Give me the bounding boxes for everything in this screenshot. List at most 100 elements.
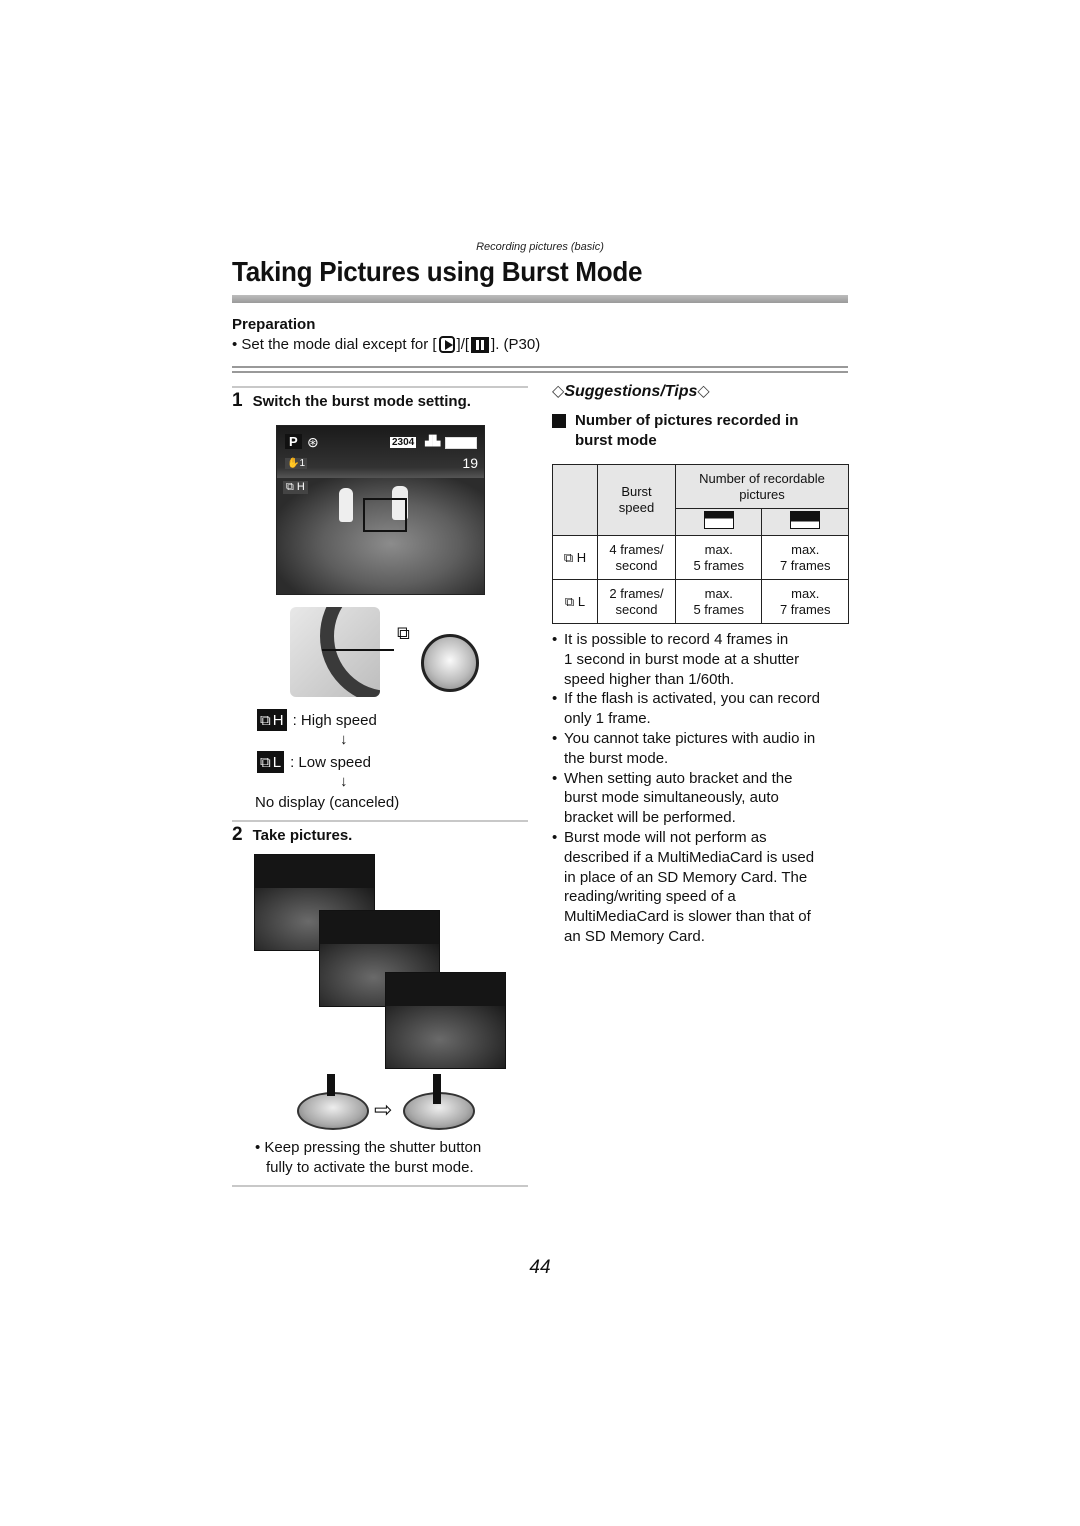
standard-cell: max. 7 frames <box>761 535 849 580</box>
table-row: ⧉ H 4 frames/second max. 5 frames max. 7 f… <box>552 535 849 580</box>
page-number: 44 <box>529 1257 551 1278</box>
mode-cell: ⧉ L <box>552 579 598 624</box>
burst-icon: ⧉ <box>564 593 575 609</box>
resolution-badge: 2304 <box>390 437 417 448</box>
note-line: fully to activate the burst mode. <box>266 1159 474 1176</box>
divider <box>232 1185 528 1187</box>
prep-text-before: • Set the mode dial except for [ <box>232 336 437 353</box>
diamond-icon: ◇ <box>697 383 710 400</box>
table-corner <box>552 464 598 536</box>
step-label: Take pictures. <box>252 827 353 844</box>
program-mode-badge: P <box>285 434 302 449</box>
burst-high-icon: ⧉ H <box>257 709 287 731</box>
shutter-half-press <box>297 1092 369 1130</box>
quality-icon: ▟▙ <box>425 436 441 447</box>
cell-line: max. <box>791 541 820 557</box>
tip-line: When setting auto bracket and the <box>564 769 793 787</box>
af-frame <box>363 498 407 532</box>
tips-title: Suggestions/Tips <box>564 383 698 400</box>
header-line: Burst <box>621 484 652 499</box>
background-trees <box>320 911 439 945</box>
title-underline <box>232 295 848 303</box>
preparation-text: • Set the mode dial except for [ ]/[ ]. … <box>232 336 540 353</box>
table-row: ⧉ L 2 frames/second max. 5 frames max. 7 f… <box>552 579 849 624</box>
header-standard <box>761 508 849 536</box>
legend-label: : High speed <box>292 711 377 729</box>
preparation-heading: Preparation <box>232 316 316 333</box>
mode-dial-photo <box>290 607 380 697</box>
playback-mode-icon <box>438 336 455 353</box>
tip-line: an SD Memory Card. <box>564 927 705 945</box>
tip-item: You cannot take pictures with audio in th… <box>552 729 852 769</box>
tip-item: Burst mode will not perform as described … <box>552 828 852 947</box>
header-line: pictures <box>739 486 785 502</box>
section-label: Recording pictures (basic) <box>476 241 604 253</box>
speed-cell: 4 frames/second <box>597 535 676 580</box>
down-arrow-icon: ↓ <box>340 731 348 748</box>
burst-icon: ⧉ <box>286 481 294 493</box>
tip-line: 1 second in burst mode at a shutter <box>564 650 800 668</box>
tip-line: speed higher than 1/60th. <box>564 670 735 688</box>
cell-line: second <box>615 557 658 573</box>
burst-button <box>421 634 479 692</box>
standard-cell: max. 7 frames <box>761 579 849 624</box>
fine-quality-icon <box>703 511 734 529</box>
tip-line: bracket will be performed. <box>564 809 736 827</box>
burst-suffix: L <box>272 753 282 771</box>
tips-subheading: Number of pictures recorded in burst mode <box>552 411 798 451</box>
header-line: Number of recordable <box>699 470 825 486</box>
press-arrow-icon <box>327 1074 335 1096</box>
fine-cell: max. 5 frames <box>674 535 763 580</box>
legend-low: ⧉ L : Low speed <box>257 751 371 773</box>
cell-line: second <box>615 601 658 617</box>
lcd-preview: P ⊛ 2304 ▟▙ ✋1 19 ⧉ H <box>276 425 485 595</box>
remaining-count: 19 <box>462 455 478 471</box>
burst-indicator: ⧉ H <box>283 481 308 494</box>
tip-line: Burst mode will not perform as <box>564 828 767 846</box>
burst-icon: ⧉ <box>397 623 410 643</box>
cell-line: max. <box>704 541 733 557</box>
step-number: 2 <box>232 824 243 845</box>
speed-cell: 2 frames/second <box>597 579 676 624</box>
tip-line: reading/writing speed of a <box>564 888 736 906</box>
legend-high: ⧉ H : High speed <box>257 709 377 731</box>
tip-line: burst mode simultaneously, auto <box>564 789 779 807</box>
step-number: 1 <box>232 390 243 411</box>
tip-line: You cannot take pictures with audio in <box>564 729 816 747</box>
divider <box>232 371 848 373</box>
tip-line: described if a MultiMediaCard is used <box>564 848 815 866</box>
burst-icon: ⧉ <box>260 753 271 771</box>
tip-item: If the flash is activated, you can recor… <box>552 689 852 729</box>
background-trees <box>255 855 374 889</box>
cell-line: 2 frames/ <box>609 585 664 601</box>
cell-line: 7 frames <box>779 601 831 617</box>
stabilizer-hand-icon: ✋ <box>287 458 300 469</box>
cell-line: 5 frames <box>693 601 745 617</box>
fine-cell: max. 5 frames <box>674 579 763 624</box>
cell-line: max. <box>704 585 733 601</box>
lens-barrel <box>320 607 380 697</box>
burst-table: Burst speed Number of recordable pictures … <box>552 464 849 624</box>
legend-label: : Low speed <box>290 753 371 771</box>
tip-line: It is possible to record 4 frames in <box>564 631 789 648</box>
mode-label: H <box>576 549 587 565</box>
subheading-line: burst mode <box>575 432 657 449</box>
tip-line: only 1 frame. <box>564 710 651 728</box>
flash-off-icon: ⊛ <box>307 434 319 450</box>
note-line: • Keep pressing the shutter button <box>255 1139 482 1156</box>
motion-picture-mode-icon <box>471 336 490 353</box>
tips-heading: ◇Suggestions/Tips◇ <box>552 381 710 401</box>
header-burst-speed: Burst speed <box>597 464 676 536</box>
burst-suffix: H <box>272 711 284 729</box>
divider <box>232 366 848 368</box>
tip-line: the burst mode. <box>564 749 669 767</box>
divider <box>232 386 528 388</box>
right-arrow-icon: ⇨ <box>374 1097 393 1122</box>
step-2: 2 Take pictures. <box>232 824 352 846</box>
prep-text-mid: ]/[ <box>456 336 470 353</box>
background-trees <box>386 973 505 1007</box>
battery-icon <box>445 437 477 449</box>
down-arrow-icon: ↓ <box>340 773 348 790</box>
leader-line <box>322 649 394 651</box>
stabilizer-icon: ✋1 <box>285 458 308 469</box>
